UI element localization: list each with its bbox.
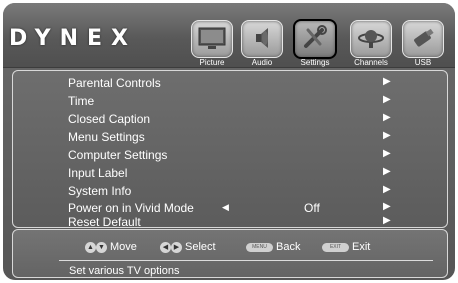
audio-speaker-icon [241,20,283,58]
chevron-right-icon: ▶ [383,184,391,195]
hint-select-label: Select [185,241,216,253]
menu-item-parental-controls[interactable]: Parental Controls ▶ [13,75,447,93]
hint-back: MENU Back [246,241,300,253]
menu-item-input-label[interactable]: Input Label ▶ [13,165,447,183]
tab-label: USB [414,58,432,67]
tv-menu-screen: DYNEX Picture Audio Settings Channels US… [3,3,455,280]
menu-item-label: System Info [68,184,132,198]
tab-label: Channels [354,58,388,67]
tab-audio[interactable]: Audio [239,17,285,67]
menu-item-label: Menu Settings [68,130,145,144]
hint-back-label: Back [276,241,301,253]
chevron-right-icon: ▶ [383,166,391,177]
arrow-left-icon: ◀ [160,241,171,253]
option-value: Off [304,201,320,215]
menu-item-label: Parental Controls [68,76,161,90]
tab-label: Settings [300,58,330,67]
menu-item-closed-caption[interactable]: Closed Caption ▶ [13,111,447,129]
tab-picture[interactable]: Picture [189,17,235,67]
status-text: Set various TV options [69,265,180,277]
menu-item-system-info[interactable]: System Info ▶ [13,183,447,201]
arrow-up-icon: ▲ [85,241,96,253]
hint-move: ▲ ▼ Move [85,241,137,253]
button-hint-bar: ▲ ▼ Move ◀ ▶ Select MENU Back EXIT Exit Set va… [12,229,448,278]
menu-item-label: Time [68,94,95,108]
hint-exit: EXIT Exit [322,241,370,253]
menu-item-label: Power on in Vivid Mode [68,201,194,215]
menu-item-computer-settings[interactable]: Computer Settings ▶ [13,147,447,165]
menu-item-menu-settings[interactable]: Menu Settings ▶ [13,129,447,147]
hint-exit-label: Exit [352,241,371,253]
chevron-left-icon[interactable]: ◀ [222,202,229,213]
settings-menu: Parental Controls ▶ Time ▶ Closed Captio… [12,70,448,229]
hint-select: ◀ ▶ Select [160,241,216,253]
chevron-right-icon[interactable]: ▶ [383,201,391,212]
tab-usb[interactable]: USB [400,17,446,67]
tab-label: Audio [251,58,273,67]
arrow-right-icon: ▶ [171,241,182,253]
tab-settings[interactable]: Settings [292,17,338,67]
footer-divider [59,260,433,261]
exit-key-icon: EXIT [322,242,349,252]
hint-move-label: Move [110,241,137,253]
menu-item-label: Closed Caption [68,112,151,126]
settings-wrench-icon [293,19,337,59]
picture-tv-icon [191,20,233,58]
header-bar: DYNEX Picture Audio Settings Channels US… [3,3,455,68]
chevron-right-icon: ▶ [383,112,391,123]
chevron-right-icon: ▶ [383,130,391,141]
menu-item-label: Computer Settings [68,148,168,162]
chevron-right-icon: ▶ [383,148,391,159]
chevron-right-icon: ▶ [383,215,391,226]
menu-key-icon: MENU [246,242,273,252]
menu-item-time[interactable]: Time ▶ [13,93,447,111]
tab-channels[interactable]: Channels [348,17,394,67]
brand-logo: DYNEX [9,26,137,51]
arrow-down-icon: ▼ [96,241,107,253]
channels-satellite-icon [350,20,392,58]
menu-item-label: Reset Default [68,215,141,229]
chevron-right-icon: ▶ [383,94,391,105]
chevron-right-icon: ▶ [383,76,391,87]
usb-drive-icon [402,20,444,58]
menu-item-label: Input Label [68,166,128,180]
